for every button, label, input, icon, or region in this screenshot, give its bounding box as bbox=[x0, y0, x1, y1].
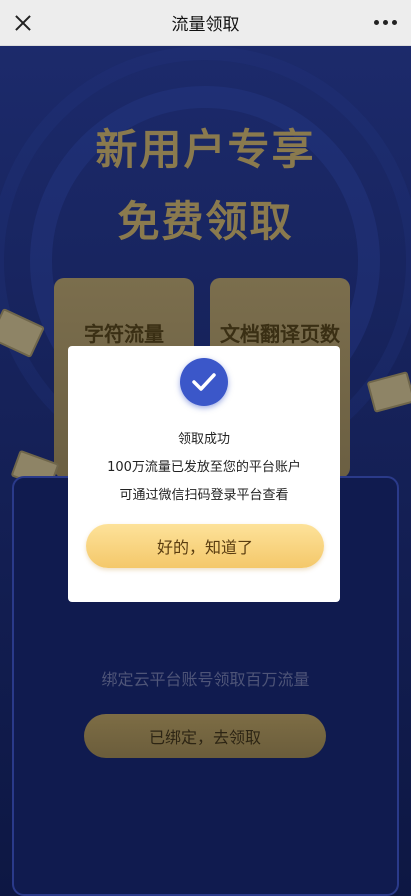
dialog-title: 领取成功 bbox=[177, 432, 230, 447]
top-nav-bar: 流量领取 bbox=[0, 0, 411, 46]
checkmark-icon bbox=[180, 358, 228, 406]
success-dialog: 领取成功 100万流量已发放至您的平台账户 可通过微信扫码登录平台查看 好的，知… bbox=[68, 346, 340, 602]
page-title: 流量领取 bbox=[171, 15, 240, 35]
dialog-message: 100万流量已发放至您的平台账户 bbox=[107, 460, 301, 475]
more-options-icon[interactable] bbox=[374, 20, 397, 25]
close-icon[interactable] bbox=[8, 8, 38, 38]
ok-button[interactable]: 好的，知道了 bbox=[86, 524, 324, 568]
dialog-hint: 可通过微信扫码登录平台查看 bbox=[119, 488, 289, 503]
